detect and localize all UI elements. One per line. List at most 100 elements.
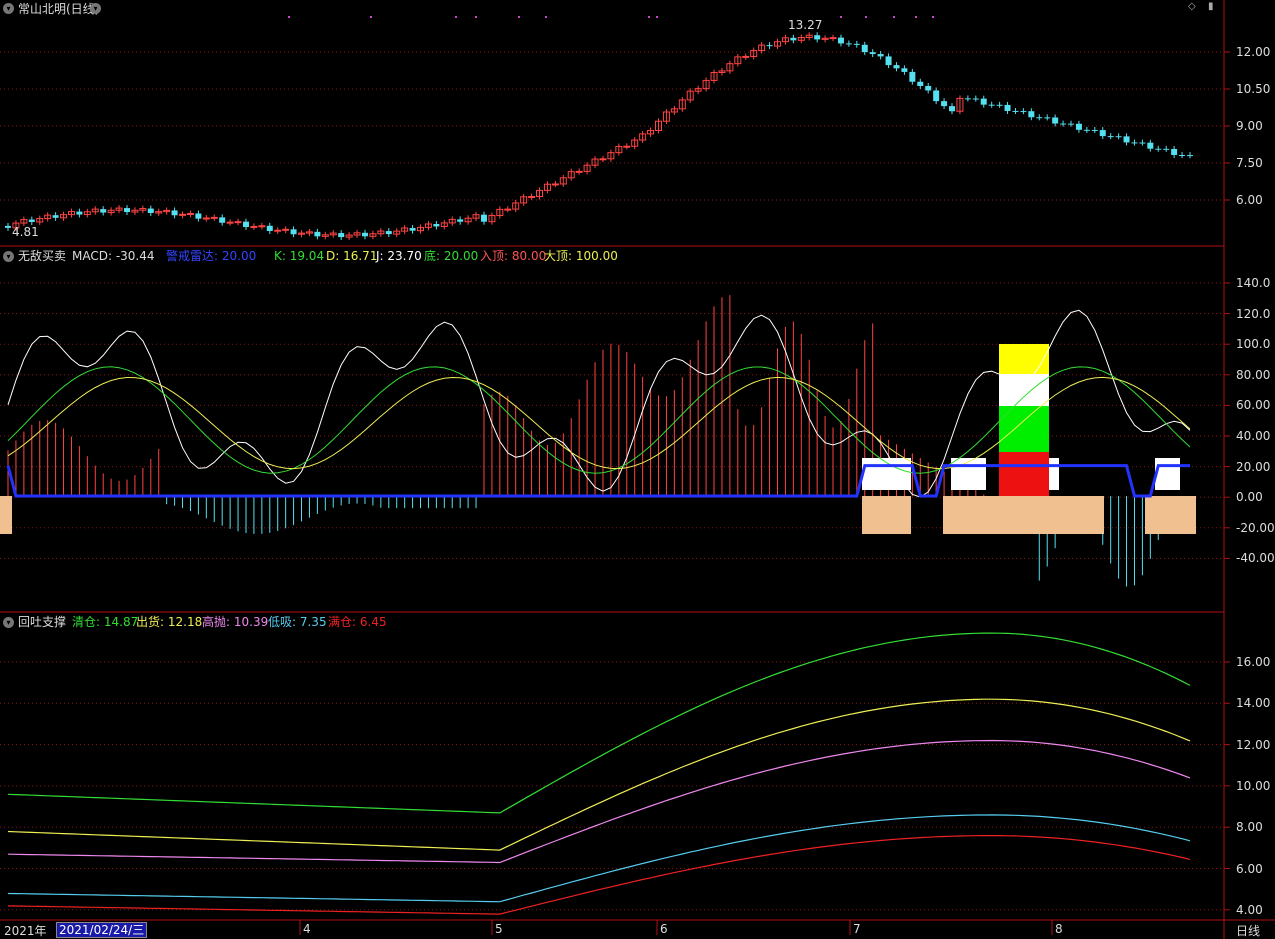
signal-dot <box>656 16 658 18</box>
candle-body <box>266 225 273 231</box>
candle-body <box>964 98 971 100</box>
candle-body <box>338 233 345 238</box>
candle-body <box>274 229 282 232</box>
cursor-date: 2021/02/24/三 <box>56 922 148 938</box>
candle-body <box>861 44 868 53</box>
signal-tower-red <box>999 452 1049 496</box>
low-price-label: 4.81 <box>12 225 39 239</box>
candle-body <box>837 37 844 44</box>
candle-body <box>52 215 59 218</box>
period-label[interactable]: 日线 <box>1236 922 1260 939</box>
candle-body <box>869 52 876 55</box>
sub1-y-tick: 120.0 <box>1236 306 1271 321</box>
candle-body <box>1131 142 1138 144</box>
sub1-name: 无敌买卖 <box>18 249 67 263</box>
sub1-y-tick: 80.00 <box>1236 367 1271 382</box>
sub1-y-tick: 60.00 <box>1236 398 1271 413</box>
sub1-rd: 入顶: 80.00 <box>480 249 547 263</box>
candle-body <box>885 56 892 66</box>
sub2-qc: 清仓: 14.87 <box>72 615 139 629</box>
chart-canvas[interactable] <box>0 0 1275 939</box>
candle-body <box>290 229 297 235</box>
candle-body <box>76 211 83 215</box>
candle-body <box>202 217 210 220</box>
sub2-y-tick: 16.00 <box>1236 655 1271 669</box>
candle-body <box>1187 155 1193 157</box>
candle-body <box>1083 129 1090 131</box>
sub2-y-tick: 8.00 <box>1236 820 1263 835</box>
candle-body <box>814 35 821 40</box>
sub2-y-tick: 10.00 <box>1236 778 1271 793</box>
scroll-icon[interactable]: ▮ <box>1208 2 1218 12</box>
candle-body <box>790 37 797 41</box>
month-label: 8 <box>1055 922 1063 936</box>
panel-menu-icon[interactable]: ▾ <box>3 3 14 14</box>
main-y-tick: 9.00 <box>1236 119 1263 133</box>
candle-body <box>766 45 773 47</box>
signal-dot <box>545 16 547 18</box>
candle-body <box>480 214 487 222</box>
candle-body <box>1036 117 1043 119</box>
signal-dot <box>288 16 290 18</box>
main-y-tick: 7.50 <box>1236 156 1263 170</box>
signal-tower-yellow <box>999 344 1049 374</box>
candle-body <box>361 232 368 237</box>
candle-body <box>1123 136 1130 143</box>
candle-body <box>1115 136 1122 138</box>
candle-body <box>457 219 464 222</box>
candle-body <box>409 228 416 231</box>
high-price-label: 13.27 <box>788 18 823 32</box>
signal-dot <box>893 16 895 18</box>
candle-body <box>1107 136 1114 138</box>
candle-body <box>385 231 392 235</box>
candle-body <box>1171 148 1178 155</box>
candle-body <box>171 210 178 216</box>
signal-block <box>862 496 911 534</box>
sub1-y-tick: 100.0 <box>1236 337 1271 352</box>
title-dropdown-icon[interactable]: ▾ <box>90 3 101 14</box>
candle-body <box>1028 111 1035 118</box>
candle-body <box>1139 142 1146 144</box>
sub2-dx: 低吸: 7.35 <box>268 615 327 629</box>
candle-body <box>972 98 979 100</box>
sub1-y-tick: -40.00 <box>1236 551 1275 566</box>
candle-body <box>917 81 924 86</box>
sub2-y-tick: 12.00 <box>1236 737 1271 752</box>
signal-block <box>1145 496 1196 534</box>
candle-body <box>1163 148 1170 150</box>
signal-dot <box>865 16 867 18</box>
candle-body <box>314 231 321 237</box>
sub2-y-tick: 14.00 <box>1236 696 1271 711</box>
candle-body <box>195 213 202 219</box>
candle-body <box>100 209 107 213</box>
candle-body <box>226 221 234 224</box>
sub1-y-tick: -20.00 <box>1236 520 1275 535</box>
candle-body <box>1020 111 1027 113</box>
candle-body <box>123 208 130 213</box>
candle-body <box>877 54 884 57</box>
sub1-j: J: 23.70 <box>376 249 422 263</box>
signal-block <box>943 496 1104 534</box>
sub1-k: K: 19.04 <box>274 249 325 263</box>
candle-body <box>599 158 607 161</box>
sub2-menu-icon[interactable]: ▾ <box>3 617 14 628</box>
candle-body <box>575 170 583 173</box>
signal-dot <box>455 16 457 18</box>
candle-body <box>909 71 916 82</box>
candle-body <box>1052 117 1059 124</box>
sub1-macd: MACD: -30.44 <box>72 249 155 263</box>
sub1-warn: 警戒雷达: 20.00 <box>166 249 257 263</box>
x-year-label: 2021年 <box>4 924 47 938</box>
candle-body <box>551 183 559 186</box>
sub1-menu-icon[interactable]: ▾ <box>3 251 14 262</box>
sub1-dd: 大顶: 100.00 <box>544 249 618 263</box>
sub2-name: 回吐支撑 <box>18 615 67 629</box>
candle-body <box>504 208 512 211</box>
sub1-di: 底: 20.00 <box>424 249 479 263</box>
diamond-icon[interactable]: ◇ <box>1188 2 1198 12</box>
dx-line <box>7 814 1191 903</box>
sub1-d: D: 16.71 <box>326 249 378 263</box>
candle-body <box>623 145 631 148</box>
signal-block <box>0 496 12 534</box>
signal-dot <box>370 16 372 18</box>
